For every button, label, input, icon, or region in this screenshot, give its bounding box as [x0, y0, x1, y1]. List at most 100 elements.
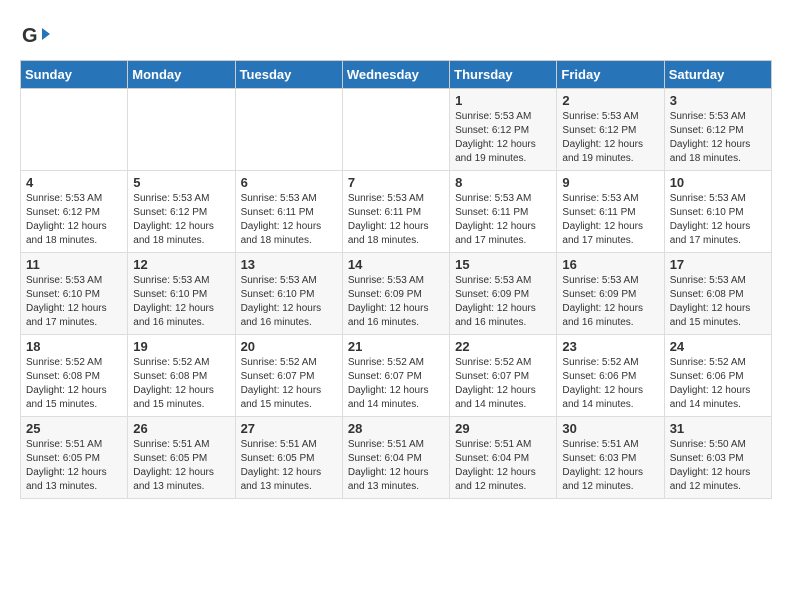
- day-info: Sunrise: 5:52 AM Sunset: 6:08 PM Dayligh…: [26, 356, 122, 412]
- day-info: Sunrise: 5:53 AM Sunset: 6:09 PM Dayligh…: [562, 274, 658, 330]
- day-number: 14: [348, 257, 444, 272]
- day-number: 1: [455, 93, 551, 108]
- calendar-cell: 31 Sunrise: 5:50 AM Sunset: 6:03 PM Dayli…: [664, 417, 771, 499]
- day-number: 2: [562, 93, 658, 108]
- calendar-cell: 25 Sunrise: 5:51 AM Sunset: 6:05 PM Dayli…: [21, 417, 128, 499]
- day-info: Sunrise: 5:52 AM Sunset: 6:07 PM Dayligh…: [455, 356, 551, 412]
- day-number: 4: [26, 175, 122, 190]
- calendar-week-row: 25 Sunrise: 5:51 AM Sunset: 6:05 PM Dayli…: [21, 417, 772, 499]
- calendar-cell: 5 Sunrise: 5:53 AM Sunset: 6:12 PM Daylig…: [128, 171, 235, 253]
- day-info: Sunrise: 5:53 AM Sunset: 6:12 PM Dayligh…: [133, 192, 229, 248]
- day-number: 3: [670, 93, 766, 108]
- calendar-cell: 30 Sunrise: 5:51 AM Sunset: 6:03 PM Dayli…: [557, 417, 664, 499]
- calendar-cell: 10 Sunrise: 5:53 AM Sunset: 6:10 PM Dayli…: [664, 171, 771, 253]
- day-number: 17: [670, 257, 766, 272]
- calendar-cell: 26Sunrise: 5:51 AM Sunset: 6:05 PM Dayli…: [128, 417, 235, 499]
- day-info: Sunrise: 5:52 AM Sunset: 6:06 PM Dayligh…: [670, 356, 766, 412]
- day-info: Sunrise: 5:53 AM Sunset: 6:10 PM Dayligh…: [26, 274, 122, 330]
- calendar-cell: 27 Sunrise: 5:51 AM Sunset: 6:05 PM Dayli…: [235, 417, 342, 499]
- day-number: 7: [348, 175, 444, 190]
- calendar-cell: [342, 89, 449, 171]
- day-header-tuesday: Tuesday: [235, 61, 342, 89]
- calendar-cell: 16 Sunrise: 5:53 AM Sunset: 6:09 PM Dayli…: [557, 253, 664, 335]
- calendar-cell: 20 Sunrise: 5:52 AM Sunset: 6:07 PM Dayli…: [235, 335, 342, 417]
- calendar-cell: 14Sunrise: 5:53 AM Sunset: 6:09 PM Dayli…: [342, 253, 449, 335]
- calendar-cell: 7 Sunrise: 5:53 AM Sunset: 6:11 PM Daylig…: [342, 171, 449, 253]
- day-header-thursday: Thursday: [450, 61, 557, 89]
- day-info: Sunrise: 5:51 AM Sunset: 6:04 PM Dayligh…: [455, 438, 551, 494]
- day-number: 9: [562, 175, 658, 190]
- day-number: 10: [670, 175, 766, 190]
- day-number: 20: [241, 339, 337, 354]
- calendar-table: SundayMondayTuesdayWednesdayThursdayFrid…: [20, 60, 772, 499]
- calendar-cell: 15 Sunrise: 5:53 AM Sunset: 6:09 PM Dayli…: [450, 253, 557, 335]
- calendar-header-row: SundayMondayTuesdayWednesdayThursdayFrid…: [21, 61, 772, 89]
- day-info: Sunrise: 5:53 AM Sunset: 6:12 PM Dayligh…: [455, 110, 551, 166]
- day-number: 25: [26, 421, 122, 436]
- day-info: Sunrise: 5:52 AM Sunset: 6:07 PM Dayligh…: [241, 356, 337, 412]
- day-info: Sunrise: 5:53 AM Sunset: 6:12 PM Dayligh…: [562, 110, 658, 166]
- day-info: Sunrise: 5:51 AM Sunset: 6:04 PM Dayligh…: [348, 438, 444, 494]
- day-header-monday: Monday: [128, 61, 235, 89]
- day-info: Sunrise: 5:53 AM Sunset: 6:12 PM Dayligh…: [26, 192, 122, 248]
- day-header-saturday: Saturday: [664, 61, 771, 89]
- day-info: Sunrise: 5:52 AM Sunset: 6:06 PM Dayligh…: [562, 356, 658, 412]
- logo-icon: G: [20, 20, 50, 50]
- calendar-cell: 13Sunrise: 5:53 AM Sunset: 6:10 PM Dayli…: [235, 253, 342, 335]
- svg-text:G: G: [22, 25, 38, 47]
- calendar-cell: 23 Sunrise: 5:52 AM Sunset: 6:06 PM Dayli…: [557, 335, 664, 417]
- day-number: 27: [241, 421, 337, 436]
- day-number: 21: [348, 339, 444, 354]
- calendar-cell: 4 Sunrise: 5:53 AM Sunset: 6:12 PM Daylig…: [21, 171, 128, 253]
- calendar-cell: 17 Sunrise: 5:53 AM Sunset: 6:08 PM Dayli…: [664, 253, 771, 335]
- day-info: Sunrise: 5:53 AM Sunset: 6:10 PM Dayligh…: [133, 274, 229, 330]
- day-header-wednesday: Wednesday: [342, 61, 449, 89]
- calendar-cell: 9 Sunrise: 5:53 AM Sunset: 6:11 PM Daylig…: [557, 171, 664, 253]
- day-info: Sunrise: 5:50 AM Sunset: 6:03 PM Dayligh…: [670, 438, 766, 494]
- day-info: Sunrise: 5:51 AM Sunset: 6:05 PM Dayligh…: [241, 438, 337, 494]
- day-header-friday: Friday: [557, 61, 664, 89]
- day-info: Sunrise: 5:53 AM Sunset: 6:10 PM Dayligh…: [241, 274, 337, 330]
- day-number: 16: [562, 257, 658, 272]
- calendar-cell: [235, 89, 342, 171]
- day-number: 28: [348, 421, 444, 436]
- calendar-cell: 2 Sunrise: 5:53 AM Sunset: 6:12 PM Daylig…: [557, 89, 664, 171]
- day-info: Sunrise: 5:51 AM Sunset: 6:05 PM Dayligh…: [26, 438, 122, 494]
- day-number: 12: [133, 257, 229, 272]
- day-number: 5: [133, 175, 229, 190]
- day-info: Sunrise: 5:53 AM Sunset: 6:08 PM Dayligh…: [670, 274, 766, 330]
- calendar-cell: [128, 89, 235, 171]
- day-info: Sunrise: 5:53 AM Sunset: 6:11 PM Dayligh…: [455, 192, 551, 248]
- day-number: 31: [670, 421, 766, 436]
- day-info: Sunrise: 5:53 AM Sunset: 6:11 PM Dayligh…: [348, 192, 444, 248]
- calendar-cell: 22 Sunrise: 5:52 AM Sunset: 6:07 PM Dayli…: [450, 335, 557, 417]
- day-number: 19: [133, 339, 229, 354]
- logo: G: [20, 20, 54, 50]
- day-info: Sunrise: 5:53 AM Sunset: 6:11 PM Dayligh…: [241, 192, 337, 248]
- day-info: Sunrise: 5:53 AM Sunset: 6:12 PM Dayligh…: [670, 110, 766, 166]
- day-number: 6: [241, 175, 337, 190]
- day-number: 24: [670, 339, 766, 354]
- calendar-week-row: 1 Sunrise: 5:53 AM Sunset: 6:12 PM Daylig…: [21, 89, 772, 171]
- day-number: 23: [562, 339, 658, 354]
- day-number: 8: [455, 175, 551, 190]
- day-number: 22: [455, 339, 551, 354]
- day-info: Sunrise: 5:52 AM Sunset: 6:08 PM Dayligh…: [133, 356, 229, 412]
- day-info: Sunrise: 5:53 AM Sunset: 6:09 PM Dayligh…: [455, 274, 551, 330]
- day-header-sunday: Sunday: [21, 61, 128, 89]
- calendar-cell: 24 Sunrise: 5:52 AM Sunset: 6:06 PM Dayli…: [664, 335, 771, 417]
- calendar-cell: [21, 89, 128, 171]
- day-number: 15: [455, 257, 551, 272]
- day-info: Sunrise: 5:51 AM Sunset: 6:05 PM Dayligh…: [133, 438, 229, 494]
- calendar-week-row: 18Sunrise: 5:52 AM Sunset: 6:08 PM Dayli…: [21, 335, 772, 417]
- calendar-cell: 28 Sunrise: 5:51 AM Sunset: 6:04 PM Dayli…: [342, 417, 449, 499]
- calendar-week-row: 11Sunrise: 5:53 AM Sunset: 6:10 PM Dayli…: [21, 253, 772, 335]
- day-info: Sunrise: 5:52 AM Sunset: 6:07 PM Dayligh…: [348, 356, 444, 412]
- calendar-cell: 8 Sunrise: 5:53 AM Sunset: 6:11 PM Daylig…: [450, 171, 557, 253]
- day-info: Sunrise: 5:53 AM Sunset: 6:11 PM Dayligh…: [562, 192, 658, 248]
- day-info: Sunrise: 5:53 AM Sunset: 6:10 PM Dayligh…: [670, 192, 766, 248]
- day-info: Sunrise: 5:51 AM Sunset: 6:03 PM Dayligh…: [562, 438, 658, 494]
- calendar-cell: 11Sunrise: 5:53 AM Sunset: 6:10 PM Dayli…: [21, 253, 128, 335]
- calendar-cell: 29Sunrise: 5:51 AM Sunset: 6:04 PM Dayli…: [450, 417, 557, 499]
- day-number: 30: [562, 421, 658, 436]
